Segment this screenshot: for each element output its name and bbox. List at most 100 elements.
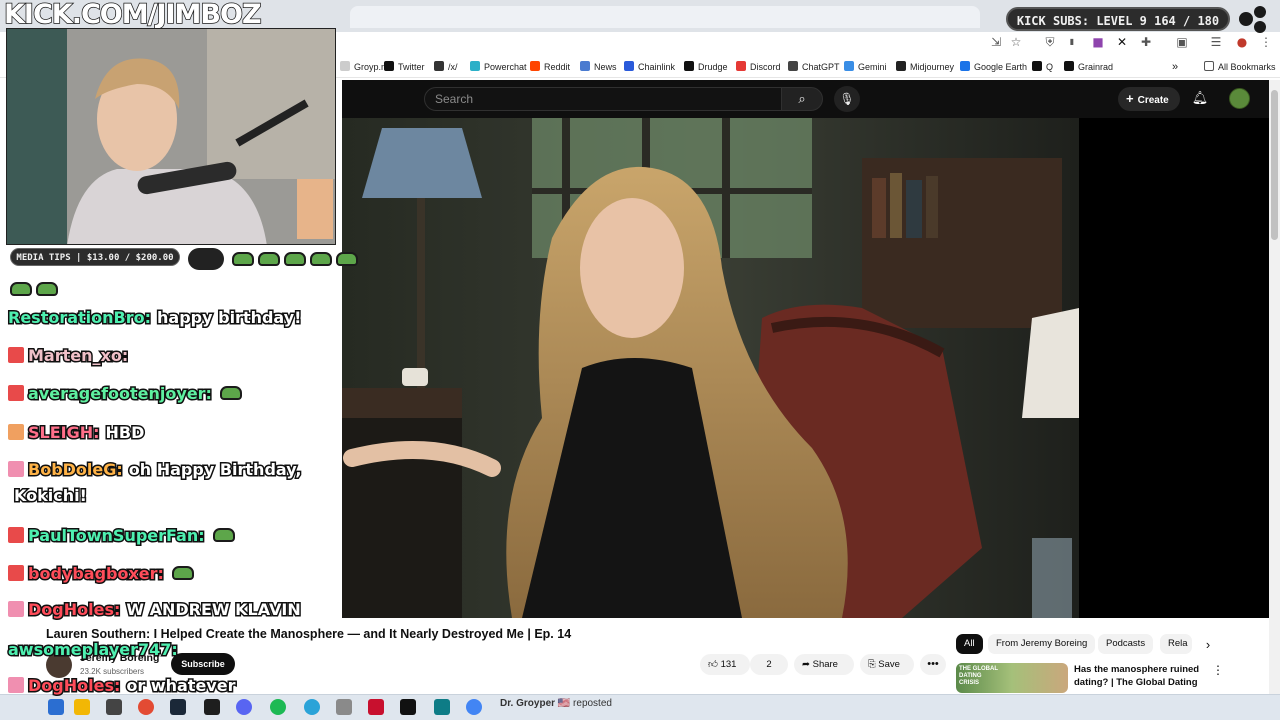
- start-icon[interactable]: [48, 699, 64, 715]
- bookmark-item[interactable]: ChatGPT: [788, 60, 840, 74]
- chat-message: awsomeplayer747:: [7, 639, 184, 661]
- bookmark-favicon-icon: [896, 61, 906, 71]
- extension-counter-icon[interactable]: ▮: [1064, 34, 1080, 50]
- bookmark-label: Drudge: [698, 62, 728, 72]
- bookmark-label: Powerchat: [484, 62, 527, 72]
- kick-subs-counter: KICK SUBS: LEVEL 9 164 / 180: [1006, 7, 1230, 31]
- bookmark-item[interactable]: Gemini: [844, 60, 887, 74]
- bookmark-item[interactable]: Reddit: [530, 60, 570, 74]
- bookmark-favicon-icon: [434, 61, 444, 71]
- dislike-button[interactable]: 2: [750, 654, 788, 675]
- install-icon[interactable]: ⇲: [988, 34, 1004, 50]
- bookmark-item[interactable]: Q: [1032, 60, 1053, 74]
- chat-text: W ANDREW KLAVIN: [125, 599, 302, 621]
- bookmark-item[interactable]: /x/: [434, 60, 458, 74]
- chat-message: BobDoleG: oh Happy Birthday,: [8, 459, 303, 481]
- chip-related[interactable]: Rela: [1160, 634, 1192, 654]
- file-explorer-icon[interactable]: [74, 699, 90, 715]
- scrollbar-thumb[interactable]: [1271, 90, 1278, 240]
- discord-icon[interactable]: [236, 699, 252, 715]
- bookmark-label: Grainrad: [1078, 62, 1114, 72]
- menu-kebab-icon[interactable]: ⋮: [1258, 34, 1274, 50]
- chat-message: SLEIGH: HBD: [8, 422, 146, 444]
- recommended-menu-icon[interactable]: ⋮: [1212, 663, 1224, 677]
- app-black-icon[interactable]: [400, 699, 416, 715]
- like-button[interactable]: 👍︎ 131: [700, 654, 750, 675]
- bookmark-star-icon[interactable]: ☆: [1008, 34, 1024, 50]
- notifications-bell-icon[interactable]: 🔔︎: [1190, 88, 1210, 108]
- bookmark-label: ChatGPT: [802, 62, 840, 72]
- chrome-profile-icon[interactable]: [466, 699, 482, 715]
- bookmark-item[interactable]: Twitter: [384, 60, 425, 74]
- chat-username: averagefootenjoyer:: [27, 383, 214, 405]
- bookmark-item[interactable]: Discord: [736, 60, 781, 74]
- chip-podcasts[interactable]: Podcasts: [1098, 634, 1154, 654]
- purple-extension-icon[interactable]: ■: [1090, 34, 1106, 50]
- search-input[interactable]: Search: [424, 87, 782, 111]
- chrome-icon[interactable]: [138, 699, 154, 715]
- telegram-icon[interactable]: [304, 699, 320, 715]
- reading-list-icon[interactable]: ☰: [1208, 34, 1224, 50]
- frog-emote: [219, 386, 242, 400]
- webcam-feed: [6, 28, 336, 245]
- bookmark-item[interactable]: News: [580, 60, 617, 74]
- chat-message: PaulTownSuperFan:: [8, 525, 237, 547]
- bookmark-item[interactable]: Chainlink: [624, 60, 675, 74]
- terminal-icon[interactable]: [204, 699, 220, 715]
- bookmark-item[interactable]: Powerchat: [470, 60, 527, 74]
- create-button[interactable]: + Create: [1118, 87, 1180, 111]
- chat-badge-icon: [8, 677, 24, 693]
- spotify-icon[interactable]: [270, 699, 286, 715]
- chip-all[interactable]: All: [956, 634, 983, 654]
- chat-text: happy birthday!: [156, 307, 303, 329]
- save-button[interactable]: ⎘ Save: [860, 654, 914, 675]
- bookmarks-overflow-icon[interactable]: »: [1172, 60, 1178, 74]
- chat-text: HBD: [104, 422, 146, 444]
- steam-icon[interactable]: [170, 699, 186, 715]
- bookmark-item[interactable]: Google Earth: [960, 60, 1027, 74]
- bookmark-item[interactable]: Midjourney: [896, 60, 954, 74]
- microphone-icon: 🎙: [839, 92, 855, 106]
- bookmark-label: Twitter: [398, 62, 425, 72]
- folder-icon: [1204, 61, 1214, 71]
- shield-extension-icon[interactable]: ⛨: [1042, 34, 1058, 50]
- puzzle-extensions-icon[interactable]: ✚: [1138, 34, 1154, 50]
- chip-from-channel[interactable]: From Jeremy Boreing: [988, 634, 1096, 654]
- chevron-right-icon[interactable]: ›: [1200, 637, 1216, 653]
- save-label: Save: [878, 659, 900, 670]
- x-extension-icon[interactable]: ✕: [1114, 34, 1130, 50]
- share-label: Share: [812, 659, 838, 670]
- more-actions-button[interactable]: •••: [920, 654, 946, 675]
- chat-username: awsomeplayer747:: [7, 639, 180, 661]
- app-teal-icon[interactable]: [434, 699, 450, 715]
- bookmark-label: /x/: [448, 62, 458, 72]
- voice-search-button[interactable]: 🎙: [834, 86, 860, 112]
- emote-row: [8, 282, 60, 300]
- share-button[interactable]: ➦ Share: [794, 654, 854, 675]
- bookmark-icon: ⎘: [868, 659, 876, 670]
- app-red-icon[interactable]: [368, 699, 384, 715]
- search-button[interactable]: ⌕: [781, 87, 823, 111]
- bookmark-item[interactable]: Drudge: [684, 60, 728, 74]
- active-tab[interactable]: [350, 6, 980, 28]
- chat-message: Marten_xo:: [8, 345, 134, 367]
- chat-badge-icon: [8, 461, 24, 477]
- chat-username: RestorationBro:: [6, 307, 152, 329]
- media-control-icon[interactable]: ▣: [1174, 34, 1190, 50]
- app-icon[interactable]: [336, 699, 352, 715]
- thumbs-up-icon: 👍︎: [708, 659, 718, 670]
- recommended-video-thumbnail[interactable]: THE GLOBAL DATING CRISIS: [956, 663, 1068, 693]
- bookmark-item[interactable]: Grainrad: [1064, 60, 1113, 74]
- settings-icon[interactable]: [106, 699, 122, 715]
- chat-username: DogHoles:: [26, 675, 121, 697]
- chat-username: PaulTownSuperFan:: [27, 525, 207, 547]
- account-avatar[interactable]: [1229, 88, 1250, 109]
- cloud-logo-icon: [188, 248, 224, 270]
- profile-icon[interactable]: ●: [1234, 34, 1250, 50]
- page-scrollbar[interactable]: [1269, 80, 1280, 720]
- video-player[interactable]: B: [342, 118, 1079, 618]
- chat-username: BobDoleG:: [27, 459, 125, 481]
- bookmark-label: Q: [1046, 62, 1054, 72]
- chat-badge-icon: [8, 424, 24, 440]
- all-bookmarks[interactable]: All Bookmarks: [1204, 60, 1276, 74]
